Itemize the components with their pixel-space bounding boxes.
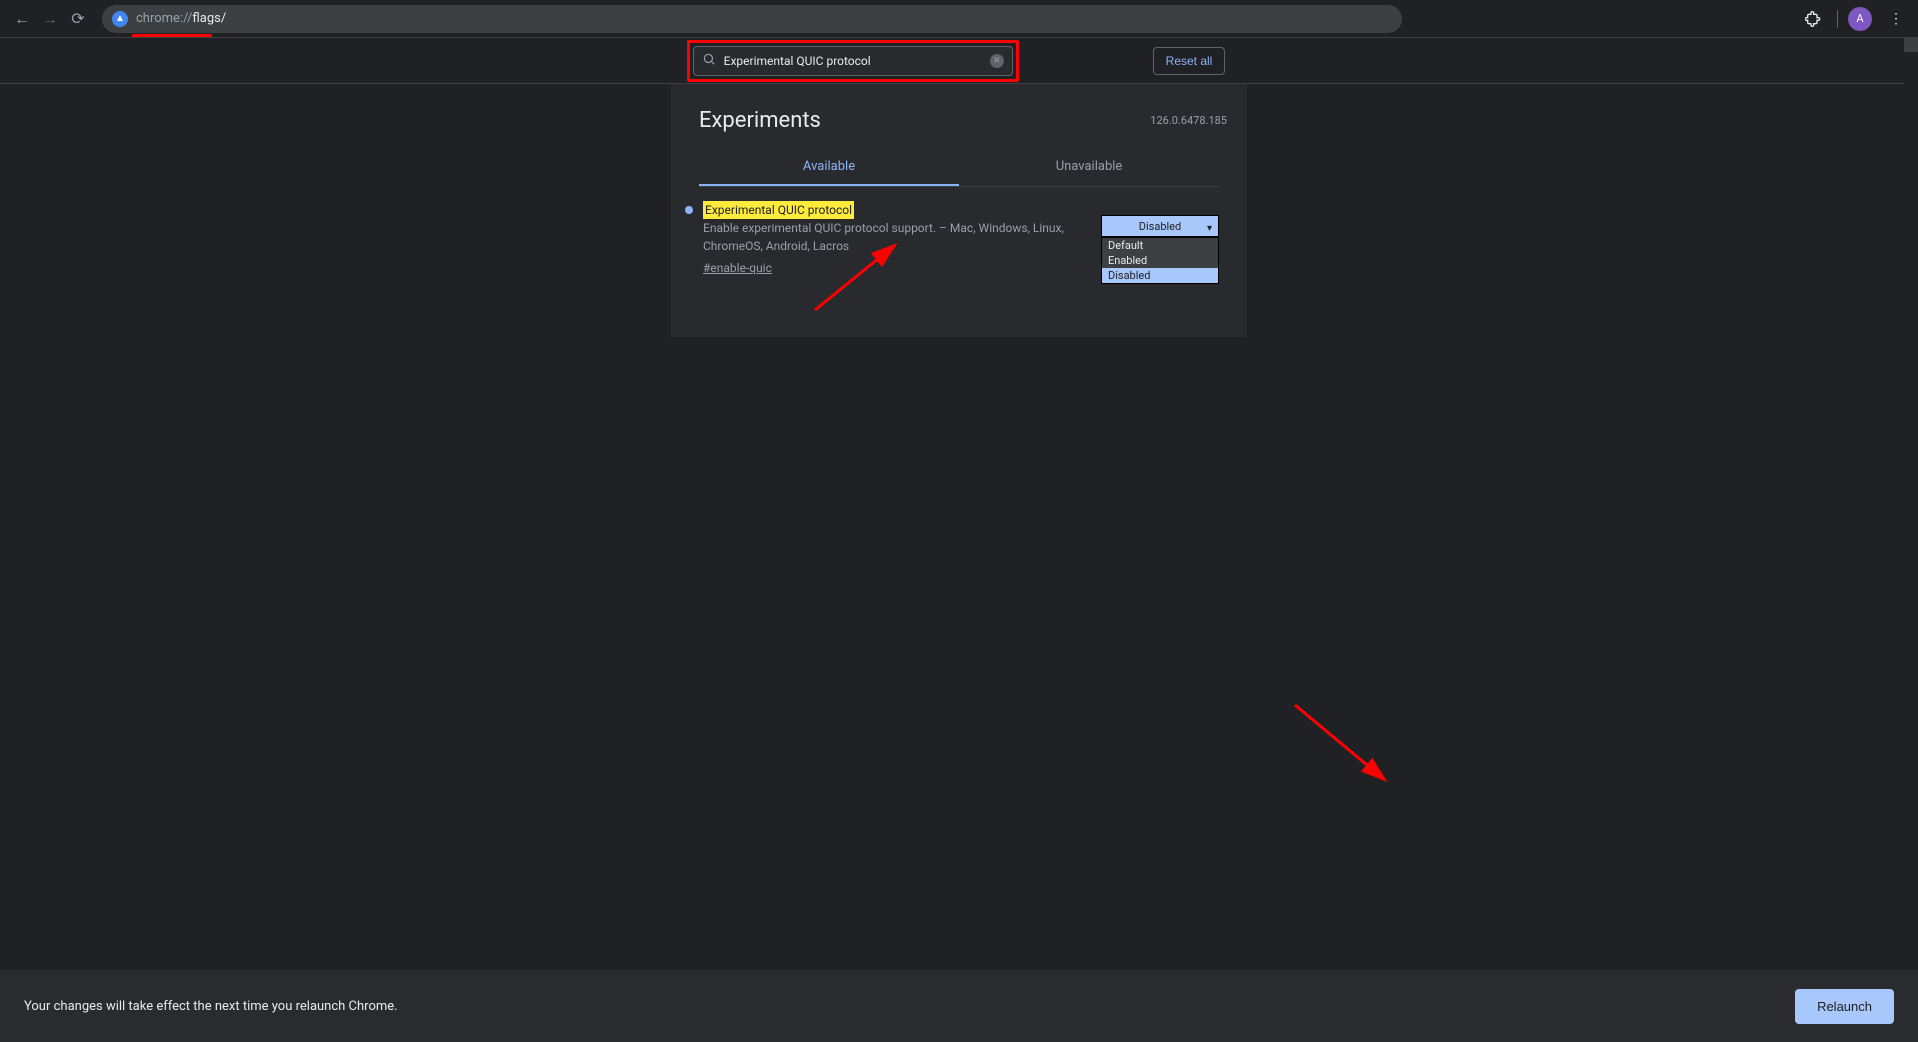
flag-option-disabled[interactable]: Disabled <box>1102 268 1218 283</box>
clear-search-icon[interactable]: ✕ <box>990 54 1004 68</box>
toolbar-right: A ⋮ <box>1799 5 1910 33</box>
flag-text: Experimental QUIC protocol Enable experi… <box>703 201 1091 277</box>
reset-all-button[interactable]: Reset all <box>1153 47 1226 75</box>
restart-message: Your changes will take effect the next t… <box>24 999 398 1014</box>
back-button[interactable]: ← <box>8 5 36 33</box>
browser-toolbar: ← → ⟳ ▲ chrome://flags/ A ⋮ <box>0 0 1918 38</box>
site-info-icon[interactable]: ▲ <box>112 11 128 27</box>
flag-option-enabled[interactable]: Enabled <box>1102 253 1218 268</box>
tab-available[interactable]: Available <box>699 149 959 186</box>
omnibox[interactable]: ▲ chrome://flags/ <box>102 5 1402 33</box>
flag-title: Experimental QUIC protocol <box>703 201 854 219</box>
extensions-icon[interactable] <box>1799 5 1827 33</box>
flag-hash-link[interactable]: #enable-quic <box>703 259 772 277</box>
chrome-version: 126.0.6478.185 <box>1150 114 1227 127</box>
page-title: Experiments <box>699 108 1219 133</box>
experiments-panel: Experiments 126.0.6478.185 Available Una… <box>671 84 1247 337</box>
profile-avatar[interactable]: A <box>1848 7 1872 31</box>
restart-bar: Your changes will take effect the next t… <box>0 970 1918 1042</box>
flag-select[interactable]: Disabled <box>1101 215 1219 237</box>
chrome-menu-icon[interactable]: ⋮ <box>1882 5 1910 33</box>
flag-description: Enable experimental QUIC protocol suppor… <box>703 221 1064 253</box>
annotation-underline <box>132 34 212 37</box>
toolbar-divider <box>1837 10 1838 28</box>
flags-header: Experimental QUIC protocol ✕ Reset all <box>0 38 1918 84</box>
flag-select-dropdown: Default Enabled Disabled <box>1101 237 1219 284</box>
search-value: Experimental QUIC protocol <box>724 54 871 68</box>
reload-button[interactable]: ⟳ <box>64 5 92 33</box>
annotation-arrow-relaunch <box>1290 700 1400 790</box>
url-scheme: chrome:// <box>136 11 192 26</box>
scroll-up-button[interactable] <box>1904 38 1918 52</box>
tabs: Available Unavailable <box>699 149 1219 187</box>
flag-modified-dot <box>685 206 693 214</box>
forward-button[interactable]: → <box>36 5 64 33</box>
flag-select-wrap: Disabled Default Enabled Disabled <box>1101 215 1219 237</box>
search-flags-input[interactable]: Experimental QUIC protocol ✕ <box>693 46 1013 76</box>
search-icon <box>702 52 716 70</box>
flag-item: Experimental QUIC protocol Enable experi… <box>699 201 1219 277</box>
search-wrap: Experimental QUIC protocol ✕ <box>693 46 1013 76</box>
url-path: flags/ <box>192 11 226 26</box>
relaunch-button[interactable]: Relaunch <box>1795 989 1894 1024</box>
scrollbar[interactable] <box>1904 38 1918 970</box>
flag-option-default[interactable]: Default <box>1102 238 1218 253</box>
tab-unavailable[interactable]: Unavailable <box>959 149 1219 186</box>
